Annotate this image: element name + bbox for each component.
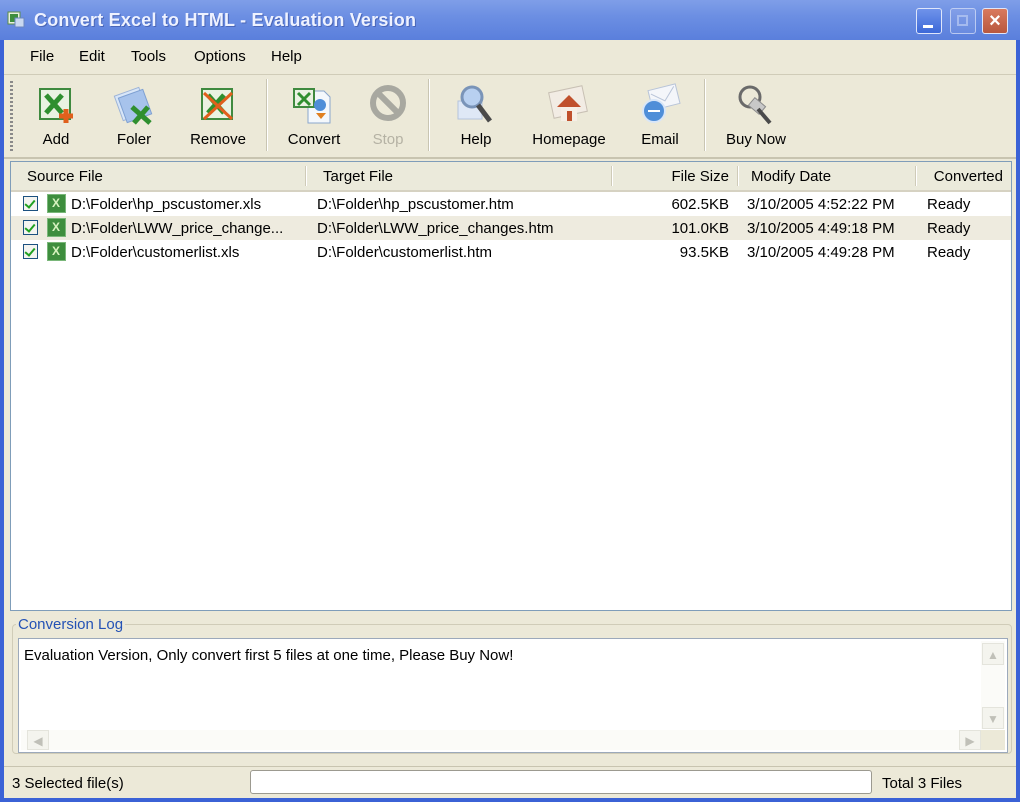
email-button[interactable]: Email [634, 79, 686, 153]
menu-file[interactable]: File [30, 48, 54, 65]
column-converted[interactable]: Converted [934, 168, 1003, 185]
remove-button[interactable]: Remove [186, 79, 250, 153]
menu-tools[interactable]: Tools [131, 48, 166, 65]
email-label: Email [641, 131, 679, 148]
source-file: D:\Folder\customerlist.xls [71, 244, 240, 261]
scroll-up-button[interactable]: ▲ [982, 643, 1004, 665]
close-icon: × [989, 10, 1001, 32]
log-vertical-scrollbar[interactable]: ▲ ▼ [981, 641, 1005, 729]
scroll-down-button[interactable]: ▼ [982, 707, 1004, 729]
scroll-left-button[interactable]: ◀ [27, 730, 49, 750]
scroll-right-button[interactable]: ▶ [959, 730, 981, 750]
homepage-button[interactable]: Homepage [526, 79, 612, 153]
menu-edit[interactable]: Edit [79, 48, 105, 65]
excel-file-icon [47, 242, 66, 261]
buy-now-label: Buy Now [725, 131, 787, 148]
buy-now-button[interactable]: Buy Now [720, 79, 792, 153]
progress-bar [250, 770, 872, 794]
folder-icon [113, 86, 153, 125]
column-resizer[interactable] [737, 166, 739, 186]
window-title: Convert Excel to HTML - Evaluation Versi… [34, 10, 417, 30]
convert-label: Convert [287, 131, 341, 148]
target-file: D:\Folder\hp_pscustomer.htm [317, 196, 514, 213]
menu-bar: File Edit Tools Options Help [4, 40, 1016, 75]
key-icon [738, 85, 772, 125]
add-button[interactable]: Add [30, 79, 82, 153]
scrollbar-corner [981, 730, 1005, 750]
file-list-header: Source File Target File File Size Modify… [11, 162, 1011, 192]
toolbar-separator [266, 79, 268, 151]
stop-icon [370, 85, 406, 121]
toolbar-separator [428, 79, 430, 151]
file-size: 101.0KB [671, 220, 729, 237]
log-horizontal-scrollbar[interactable]: ◀ ▶ [21, 730, 981, 750]
home-icon [548, 85, 588, 121]
stop-label: Stop [372, 131, 404, 148]
minimize-button[interactable] [916, 8, 942, 34]
converted-status: Ready [927, 244, 971, 261]
homepage-label: Homepage [532, 131, 606, 148]
total-files-count: Total 3 Files [882, 775, 963, 792]
add-label: Add [42, 131, 70, 148]
row-checkbox[interactable] [23, 196, 38, 211]
excel-file-icon [47, 218, 66, 237]
converted-status: Ready [927, 220, 971, 237]
target-file: D:\Folder\LWW_price_changes.htm [317, 220, 554, 237]
file-row[interactable]: D:\Folder\hp_pscustomer.xls D:\Folder\hp… [11, 192, 1011, 216]
selected-files-count: 3 Selected file(s) [12, 775, 124, 792]
app-window: Convert Excel to HTML - Evaluation Versi… [0, 0, 1020, 802]
source-file: D:\Folder\LWW_price_change... [71, 220, 284, 237]
source-file: D:\Folder\hp_pscustomer.xls [71, 196, 262, 213]
target-file: D:\Folder\customerlist.htm [317, 244, 493, 261]
modify-date: 3/10/2005 4:49:18 PM [747, 220, 895, 237]
file-row[interactable]: D:\Folder\LWW_price_change... D:\Folder\… [11, 216, 1011, 240]
help-label: Help [460, 131, 492, 148]
stop-button[interactable]: Stop [360, 79, 416, 153]
file-size: 93.5KB [679, 244, 729, 261]
menu-help[interactable]: Help [271, 48, 302, 65]
column-target-file[interactable]: Target File [323, 168, 393, 185]
column-resizer[interactable] [611, 166, 613, 186]
maximize-button[interactable] [950, 8, 976, 34]
row-checkbox[interactable] [23, 244, 38, 259]
column-source-file[interactable]: Source File [27, 168, 103, 185]
title-bar[interactable]: Convert Excel to HTML - Evaluation Versi… [0, 0, 1020, 40]
toolbar: Add Foler Remove Convert Stop Help Homep… [4, 75, 1016, 159]
remove-label: Remove [190, 131, 246, 148]
converted-status: Ready [927, 196, 971, 213]
conversion-log-textarea[interactable]: Evaluation Version, Only convert first 5… [18, 638, 1008, 753]
column-modify-date[interactable]: Modify Date [751, 168, 831, 185]
log-message: Evaluation Version, Only convert first 5… [24, 647, 514, 664]
menu-options[interactable]: Options [194, 48, 246, 65]
app-icon [7, 11, 25, 28]
folder-label: Foler [116, 131, 152, 148]
excel-file-icon [47, 194, 66, 213]
convert-icon [293, 88, 331, 124]
help-magnifier-icon [457, 85, 492, 123]
convert-button[interactable]: Convert [282, 79, 346, 153]
folder-button[interactable]: Foler [108, 79, 160, 153]
column-resizer[interactable] [915, 166, 917, 186]
file-list[interactable]: Source File Target File File Size Modify… [10, 161, 1012, 611]
status-bar: 3 Selected file(s) Total 3 Files [4, 766, 1016, 799]
close-button[interactable]: × [982, 8, 1008, 34]
conversion-log-title: Conversion Log [16, 616, 126, 633]
modify-date: 3/10/2005 4:52:22 PM [747, 196, 895, 213]
remove-icon [201, 88, 234, 121]
row-checkbox[interactable] [23, 220, 38, 235]
toolbar-separator [704, 79, 706, 151]
email-icon [642, 83, 681, 123]
help-button[interactable]: Help [450, 79, 502, 153]
add-file-icon [39, 88, 73, 123]
column-file-size[interactable]: File Size [671, 168, 729, 185]
modify-date: 3/10/2005 4:49:28 PM [747, 244, 895, 261]
file-row[interactable]: D:\Folder\customerlist.xls D:\Folder\cus… [11, 240, 1011, 264]
toolbar-grip[interactable] [10, 81, 13, 151]
file-size: 602.5KB [671, 196, 729, 213]
column-resizer[interactable] [305, 166, 307, 186]
